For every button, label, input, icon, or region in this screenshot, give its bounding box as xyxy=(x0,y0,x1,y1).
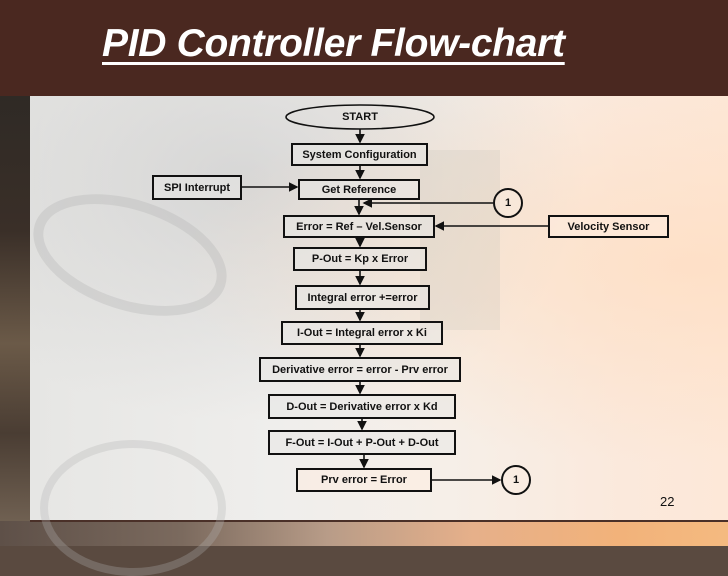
step-derivative-error: Derivative error = error - Prv error xyxy=(259,357,461,382)
step-i-out: I-Out = Integral error x Ki xyxy=(281,321,443,345)
connector-loop-bottom: 1 xyxy=(501,465,531,495)
step-f-out: F-Out = I-Out + P-Out + D-Out xyxy=(268,430,456,455)
start-terminal: START xyxy=(342,111,378,123)
step-system-configuration: System Configuration xyxy=(291,143,428,166)
flowchart-connectors xyxy=(242,104,548,485)
connector-loop-top: 1 xyxy=(493,188,523,218)
step-d-out: D-Out = Derivative error x Kd xyxy=(268,394,456,419)
input-velocity-sensor: Velocity Sensor xyxy=(548,215,669,238)
input-spi-interrupt: SPI Interrupt xyxy=(152,175,242,200)
step-get-reference: Get Reference xyxy=(298,179,420,200)
step-p-out: P-Out = Kp x Error xyxy=(293,247,427,271)
step-prv-error: Prv error = Error xyxy=(296,468,432,492)
step-integral-error: Integral error +=error xyxy=(295,285,430,310)
page-number: 22 xyxy=(660,494,675,509)
step-compute-error: Error = Ref – Vel.Sensor xyxy=(283,215,435,238)
